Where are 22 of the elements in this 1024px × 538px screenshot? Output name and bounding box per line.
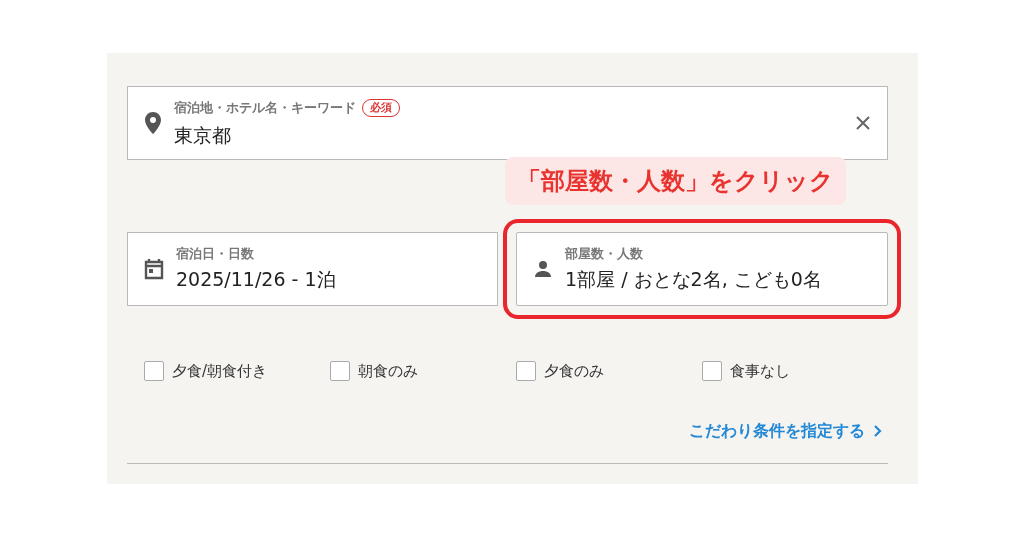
checkbox[interactable] xyxy=(702,361,722,382)
location-pin-icon xyxy=(144,111,162,135)
checkbox[interactable] xyxy=(144,361,164,382)
field-value: 1部屋 / おとな2名, こども0名 xyxy=(565,267,823,293)
checkbox-label: 食事なし xyxy=(730,361,790,382)
checkbox-label: 夕食/朝食付き xyxy=(172,361,268,382)
field-value: 2025/11/26 - 1泊 xyxy=(176,267,337,293)
person-icon xyxy=(533,259,553,279)
field-label: 宿泊地・ホテル名・キーワード xyxy=(174,99,356,116)
field-value: 東京都 xyxy=(174,122,232,148)
checkbox[interactable] xyxy=(330,361,350,382)
callout-label: 「部屋数・人数」をクリック xyxy=(505,157,846,205)
keyword-field[interactable]: 宿泊地・ホテル名・キーワード 必須 東京都 xyxy=(127,86,888,160)
chevron-right-icon xyxy=(873,423,882,438)
calendar-icon xyxy=(144,258,164,280)
date-field[interactable]: 宿泊日・日数 2025/11/26 - 1泊 xyxy=(127,232,498,306)
field-label: 宿泊日・日数 xyxy=(176,245,254,262)
close-icon[interactable] xyxy=(855,115,871,131)
checkbox-label: 夕食のみ xyxy=(544,361,604,382)
checkbox[interactable] xyxy=(516,361,536,382)
field-label: 部屋数・人数 xyxy=(565,245,643,262)
checkbox-label: 朝食のみ xyxy=(358,361,418,382)
